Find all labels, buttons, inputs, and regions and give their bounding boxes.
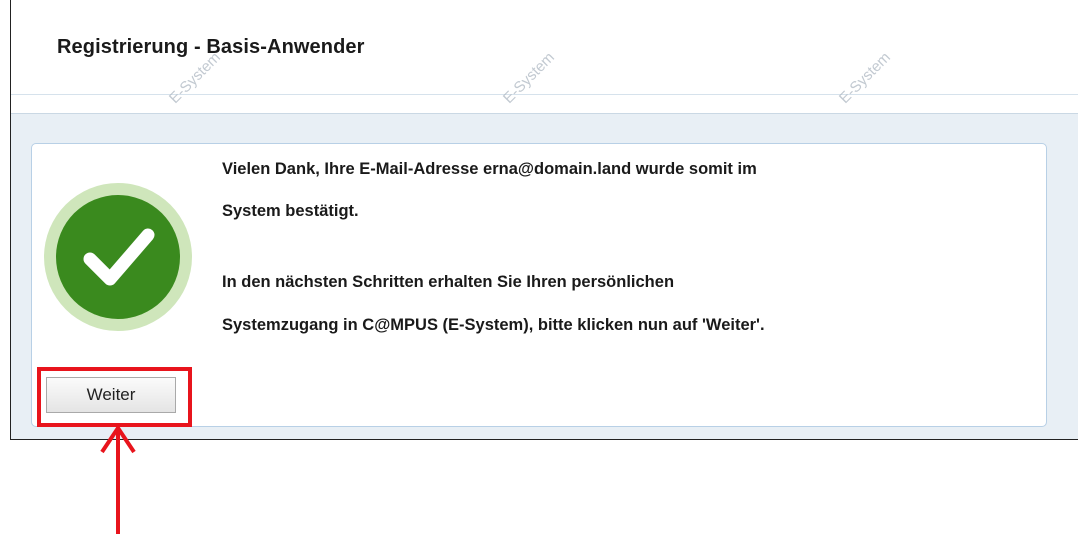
arrow-up-icon — [100, 424, 136, 534]
check-circle-icon — [83, 228, 155, 286]
next-steps-message-line: Systemzugang in C@MPUS (E-System), bitte… — [222, 316, 765, 334]
weiter-button[interactable]: Weiter — [46, 377, 176, 413]
confirmation-message-line: Vielen Dank, Ihre E-Mail-Adresse erna@do… — [222, 160, 757, 178]
page-header: Registrierung - Basis-Anwender — [11, 0, 1078, 95]
next-steps-message-line: In den nächsten Schritten erhalten Sie I… — [222, 273, 675, 291]
confirmation-message-line: System bestätigt. — [222, 202, 359, 220]
